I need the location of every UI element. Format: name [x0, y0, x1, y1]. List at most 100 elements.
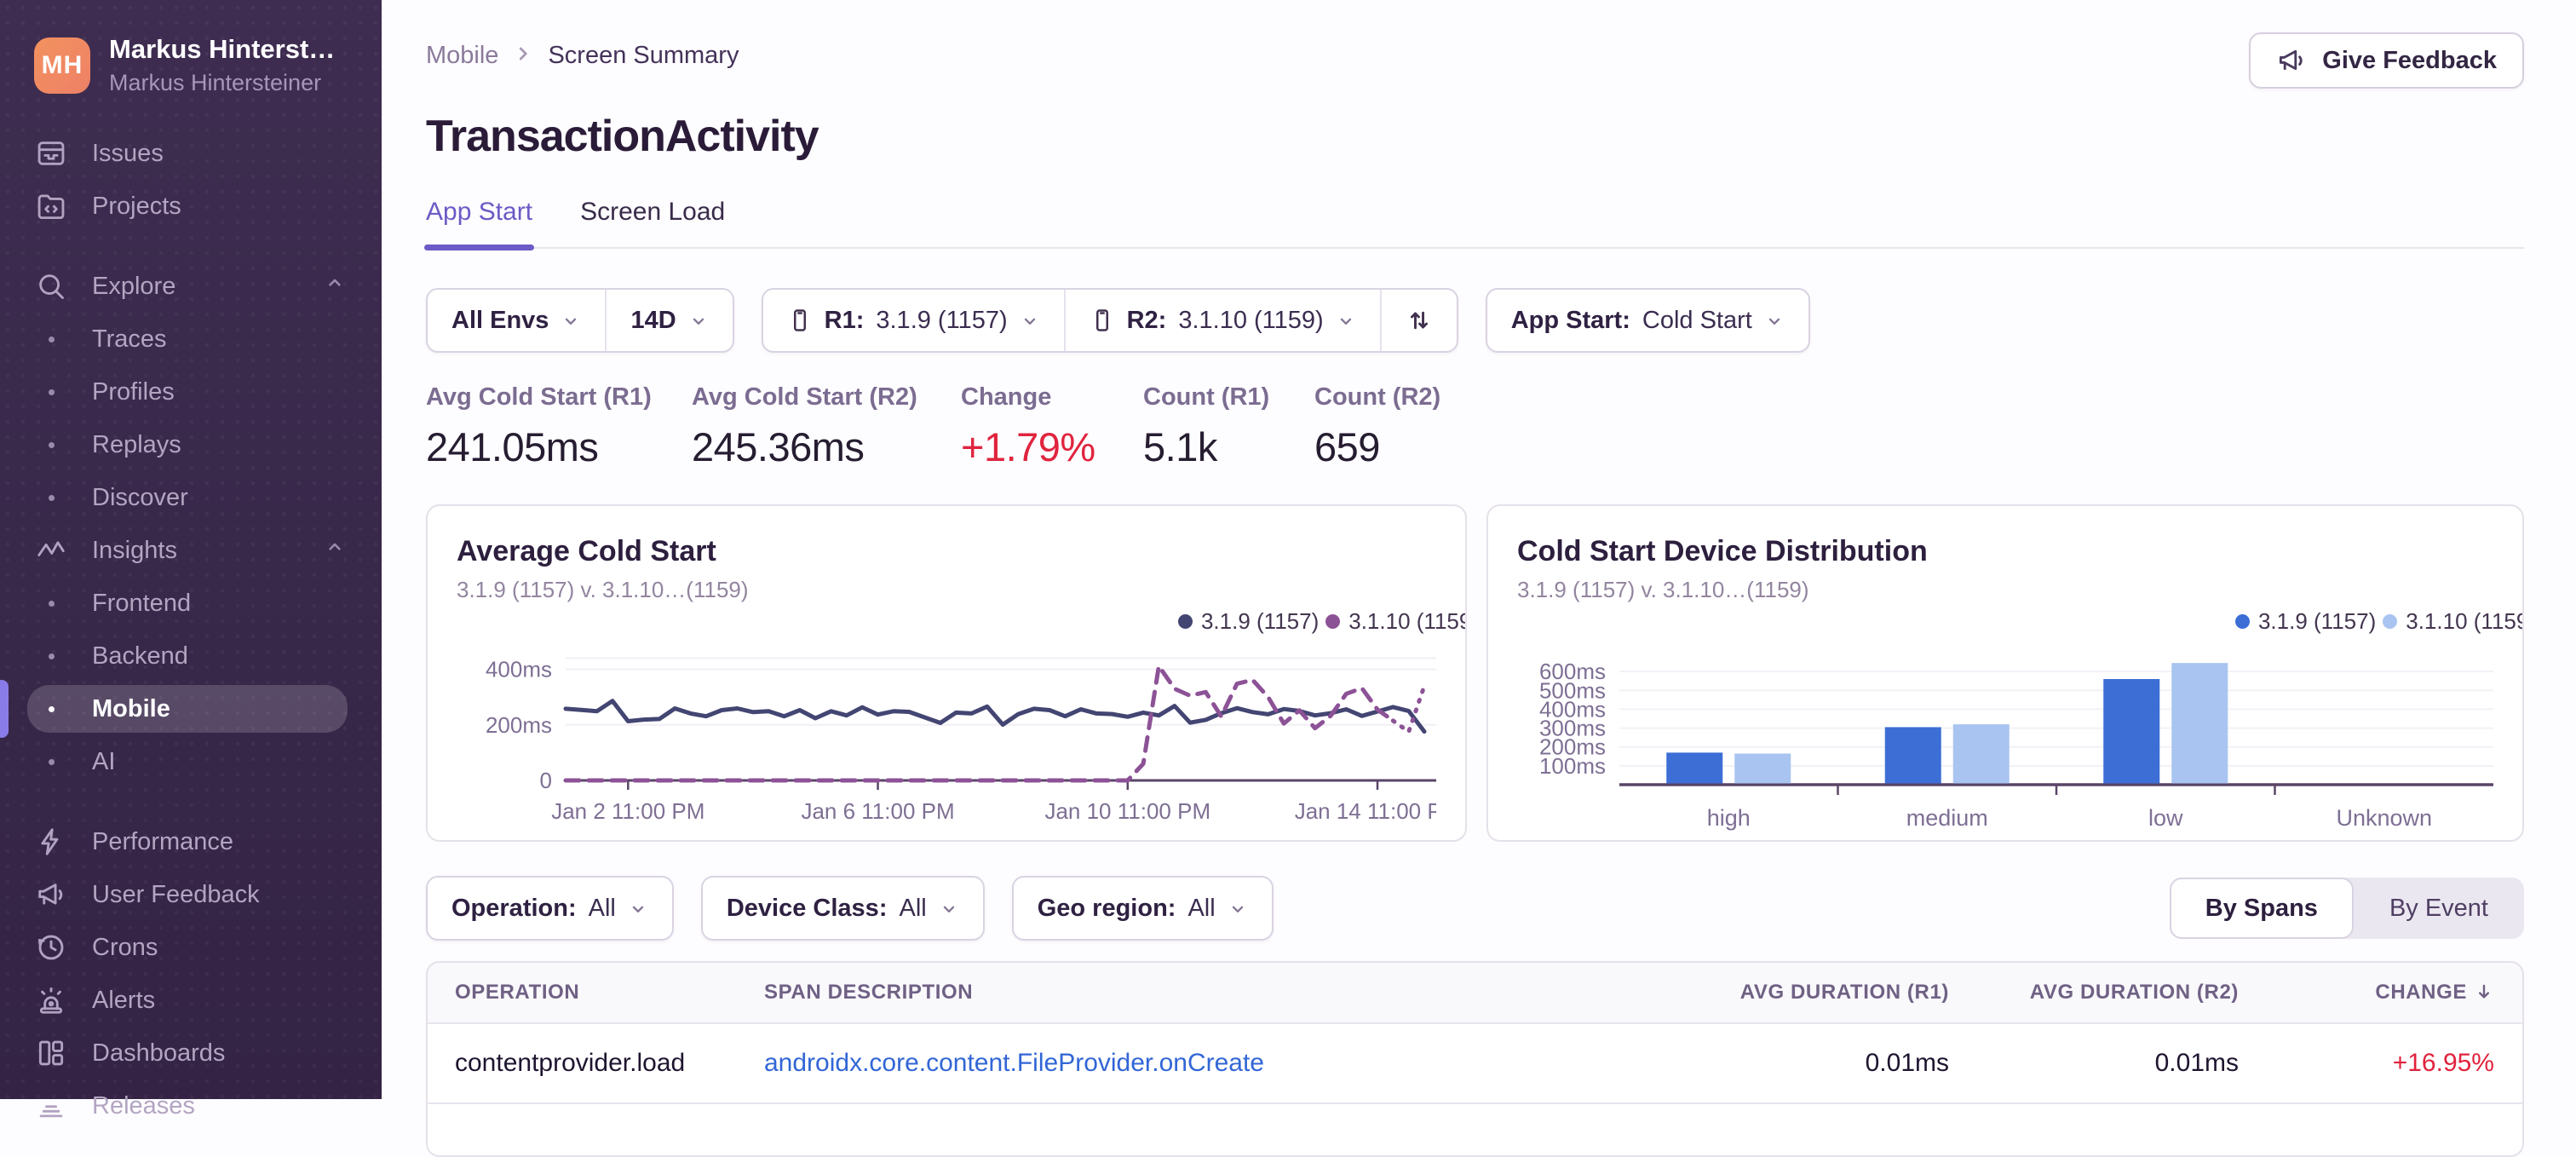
legend-item-3-1-10-1159[interactable]: 3.1.10 (1159): [1325, 608, 1465, 635]
sidebar-item-label: Releases: [92, 1091, 195, 1120]
sort-descending-icon: [2467, 981, 2494, 1004]
cell-avg-duration-r2: 0.01ms: [1977, 1022, 2267, 1102]
sidebar-item-label: Performance: [92, 827, 234, 855]
sidebar-item-crons[interactable]: Crons: [0, 921, 382, 974]
toggle-by-spans[interactable]: By Spans: [2169, 878, 2354, 939]
sidebar-item-performance[interactable]: Performance: [0, 815, 382, 868]
date-range-value: 14D: [630, 306, 676, 334]
sidebar-item-insights[interactable]: Insights: [0, 524, 382, 577]
give-feedback-button[interactable]: Give Feedback: [2249, 32, 2524, 89]
org-switcher[interactable]: MH Markus Hinterst… Markus Hintersteiner: [0, 0, 382, 96]
table-row: contentprovider.load androidx.core.conten…: [428, 1022, 2522, 1102]
chevron-right-icon: [512, 39, 534, 72]
sidebar-item-label: Backend: [92, 642, 188, 670]
column-header-change[interactable]: CHANGE: [2267, 963, 2522, 1023]
environment-filter-value: All Envs: [451, 306, 549, 334]
breadcrumb-parent[interactable]: Mobile: [426, 42, 498, 70]
sidebar-item-discover[interactable]: Discover: [0, 471, 382, 524]
sidebar-item-mobile[interactable]: Mobile: [0, 680, 382, 738]
sidebar-item-releases[interactable]: Releases: [0, 1079, 382, 1132]
svg-text:medium: medium: [1906, 805, 1988, 831]
sidebar-item-issues[interactable]: Issues: [0, 127, 382, 180]
svg-text:600ms: 600ms: [1539, 659, 1606, 684]
stat-label: Count (R2): [1314, 383, 1441, 411]
release-2-filter[interactable]: R2: 3.1.10 (1159): [1066, 290, 1380, 351]
bar-chart: 100ms200ms300ms400ms500ms600mshigh medium…: [1539, 659, 2493, 831]
stat-count-r1: Count (R1) 5.1k: [1143, 383, 1314, 470]
geo-region-filter-value: All: [1187, 894, 1216, 922]
sidebar-item-replays[interactable]: Replays: [0, 418, 382, 471]
sidebar-item-explore[interactable]: Explore: [0, 260, 382, 313]
sidebar-item-frontend[interactable]: Frontend: [0, 577, 382, 630]
spans-table-card: OPERATION SPAN DESCRIPTION AVG DURATION (R…: [426, 961, 2524, 1157]
chevron-down-icon: [632, 906, 644, 912]
tab-app-start[interactable]: App Start: [423, 198, 535, 250]
column-header-operation: OPERATION: [428, 963, 737, 1023]
svg-text:400ms: 400ms: [486, 657, 552, 682]
clock-icon: [34, 930, 68, 964]
chart-subtitle: 3.1.9 (1157) v. 3.1.10…(1159): [457, 577, 749, 602]
device-class-filter[interactable]: Device Class: All: [703, 878, 983, 939]
cell-operation: contentprovider.load: [428, 1022, 737, 1102]
swap-arrows-icon: [1410, 311, 1428, 330]
span-description-link[interactable]: androidx.core.content.FileProvider.onCre…: [764, 1049, 1264, 1077]
tab-bar: App Start Screen Load: [423, 198, 2524, 250]
stat-value: 241.05ms: [426, 424, 599, 469]
date-range-filter[interactable]: 14D: [607, 290, 732, 351]
legend-item-3-1-9-1157[interactable]: 3.1.9 (1157): [1177, 608, 1320, 635]
siren-icon: [34, 983, 68, 1017]
geo-region-filter[interactable]: Geo region: All: [1014, 878, 1272, 939]
toggle-by-event[interactable]: By Event: [2354, 878, 2524, 939]
sidebar-item-user-feedback[interactable]: User Feedback: [0, 868, 382, 921]
sidebar-item-backend[interactable]: Backend: [0, 630, 382, 682]
chart-subtitle: 3.1.9 (1157) v. 3.1.10…(1159): [1517, 577, 1809, 602]
bullet-icon: [34, 428, 68, 462]
legend-label: 3.1.10 (1159): [2406, 608, 2524, 634]
sidebar-item-label: Mobile: [92, 694, 170, 722]
environment-filter[interactable]: All Envs: [428, 290, 605, 351]
inbox-icon: [34, 136, 68, 170]
spans-table: OPERATION SPAN DESCRIPTION AVG DURATION (R…: [428, 963, 2522, 1102]
screen-summary-page: { "sidebar": { "user": {"initials": "MH"…: [0, 0, 2576, 1157]
sidebar-item-projects[interactable]: Projects: [0, 180, 382, 233]
breadcrumb-current: Screen Summary: [548, 41, 739, 69]
user-org: Markus Hintersteiner: [109, 70, 322, 95]
svg-text:Unknown: Unknown: [2336, 805, 2432, 831]
cell-span-description: androidx.core.content.FileProvider.onCre…: [737, 1022, 1679, 1102]
sidebar-item-ai[interactable]: AI: [0, 735, 382, 788]
device-class-filter-label: Device Class:: [726, 894, 888, 922]
legend-item-3-1-9-1157[interactable]: 3.1.9 (1157): [2234, 608, 2376, 635]
breadcrumb: Mobile Screen Summary: [426, 39, 739, 72]
mobile-phone-icon: [1095, 309, 1108, 331]
sidebar-item-dashboards[interactable]: Dashboards: [0, 1027, 382, 1079]
sidebar-item-alerts[interactable]: Alerts: [0, 974, 382, 1027]
operation-filter[interactable]: Operation: All: [428, 878, 672, 939]
chart-title: Cold Start Device Distribution: [1517, 535, 1928, 567]
sidebar-item-label: AI: [92, 747, 116, 775]
release-1-filter[interactable]: R1: 3.1.9 (1157): [763, 290, 1064, 351]
sidebar-item-label: Alerts: [92, 986, 156, 1014]
release-1-label: R1:: [824, 306, 865, 334]
sidebar-item-traces[interactable]: Traces: [0, 313, 382, 366]
sidebar: MH Markus Hinterst… Markus Hintersteiner…: [0, 0, 382, 1120]
sidebar-item-profiles[interactable]: Profiles: [0, 366, 382, 418]
bullet-icon: [34, 586, 68, 620]
line-chart: 0 200ms 400ms Jan 2 11:00 PM Jan 6 11:00 PM J…: [486, 657, 1436, 824]
svg-text:Jan 10 11:00 PM: Jan 10 11:00 PM: [1044, 798, 1210, 824]
bullet-icon: [34, 745, 68, 779]
bullet-icon: [34, 481, 68, 515]
folder-icon: [34, 189, 68, 223]
legend-label: 3.1.9 (1157): [1200, 608, 1320, 634]
tab-screen-load[interactable]: Screen Load: [580, 198, 725, 247]
svg-text:0: 0: [540, 768, 552, 793]
legend-item-3-1-10-1159[interactable]: 3.1.10 (1159): [2383, 608, 2524, 635]
give-feedback-label: Give Feedback: [2322, 46, 2497, 74]
lightning-icon: [34, 825, 68, 859]
table-header-row: OPERATION SPAN DESCRIPTION AVG DURATION (R…: [428, 963, 2522, 1023]
operation-filter-group: Operation: All: [426, 876, 674, 941]
chart-legend: 3.1.9 (1157) 3.1.10 (1159): [2234, 608, 2524, 635]
swap-releases-button[interactable]: [1382, 290, 1457, 351]
app-start-type-filter[interactable]: App Start: Cold Start: [1487, 290, 1808, 351]
active-highlight: [27, 685, 348, 733]
bullet-icon: [34, 639, 68, 673]
